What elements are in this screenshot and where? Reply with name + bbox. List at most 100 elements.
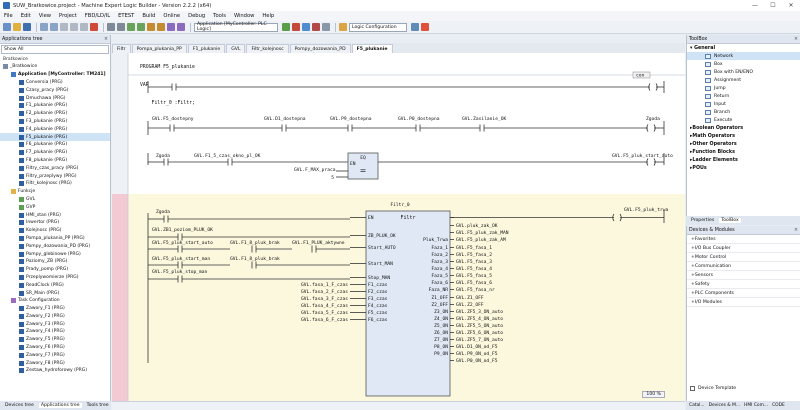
tree-item[interactable]: F6_plukanie (PRG) <box>0 141 110 149</box>
menu-item-online[interactable]: Online <box>163 13 180 19</box>
close-button[interactable]: ✕ <box>782 2 800 9</box>
menu-item-file[interactable]: File <box>4 13 13 19</box>
tree-item[interactable]: F2_plukanie (PRG) <box>0 110 110 118</box>
toolbox-item[interactable]: Box with EN/ENO <box>687 68 800 76</box>
tree-item[interactable]: F7_plukanie (PRG) <box>0 149 110 157</box>
toolbox-category[interactable]: ▸ POUs <box>687 164 800 172</box>
tree-item[interactable]: Zawory_F7 (PRG) <box>0 351 110 359</box>
application-combo[interactable]: Application [MyController: PLC Logic] <box>194 22 278 32</box>
device-category[interactable]: + Safety <box>687 280 800 289</box>
copy-icon[interactable] <box>70 23 78 31</box>
toolbox-category[interactable]: ▸ Boolean Operators <box>687 124 800 132</box>
find-icon[interactable] <box>107 23 115 31</box>
tree-item[interactable]: GVP <box>0 203 110 211</box>
tree-item[interactable]: Czasy_pracy (PRG) <box>0 86 110 94</box>
toolbox-item[interactable]: Execute <box>687 116 800 124</box>
device-template-option[interactable]: Device Template <box>690 386 736 391</box>
device-category[interactable]: + Communication <box>687 262 800 271</box>
logout-icon[interactable] <box>292 23 300 31</box>
device-category[interactable]: + Favorites <box>687 235 800 244</box>
editor-tab[interactable]: GVL <box>226 44 246 53</box>
tree-item[interactable]: Pompa_plukania_PP (PRG) <box>0 235 110 243</box>
device-category[interactable]: + I/O Modules <box>687 298 800 307</box>
toolbox-item[interactable]: Branch <box>687 108 800 116</box>
device-category[interactable]: + I/O Bus Coupler <box>687 244 800 253</box>
tree-item[interactable]: Filtry_czas_pracy (PRG) <box>0 164 110 172</box>
editor-tab[interactable]: F5_plukanie <box>351 44 393 53</box>
start-icon[interactable] <box>302 23 310 31</box>
undo-icon[interactable] <box>40 23 48 31</box>
tree-item[interactable]: F1_plukanie (PRG) <box>0 102 110 110</box>
options-icon[interactable] <box>167 23 175 31</box>
device-category[interactable]: + PLC Components <box>687 289 800 298</box>
menu-item-window[interactable]: Window <box>234 13 254 19</box>
tree-item[interactable]: GVL <box>0 196 110 204</box>
toolbox-category[interactable]: ▸ Math Operators <box>687 132 800 140</box>
menu-item-view[interactable]: View <box>39 13 51 19</box>
cut-icon[interactable] <box>60 23 68 31</box>
tree-item[interactable]: _Bratkowice <box>0 63 110 71</box>
new-icon[interactable] <box>3 23 11 31</box>
open-icon[interactable] <box>13 23 21 31</box>
tree-filter-select[interactable]: Show All <box>1 45 109 54</box>
rebuild-icon[interactable] <box>137 23 145 31</box>
help-icon[interactable] <box>421 23 429 31</box>
tree-item[interactable]: SR_Main (PRG) <box>0 289 110 297</box>
menu-item-build[interactable]: Build <box>142 13 155 19</box>
menu-item-fbd-ld-il[interactable]: FBD/LD/IL <box>85 13 110 19</box>
tab-devices-tree[interactable]: Devices tree <box>3 403 36 408</box>
reset-icon[interactable] <box>322 23 330 31</box>
ladder-diagram[interactable]: con GVL.F5_dostepny GVL.D1_dostepna GVL.P9_… <box>112 53 685 401</box>
zoom-level[interactable]: 100 % <box>642 391 665 398</box>
tree-item[interactable]: Poziomy_ZB (PRG) <box>0 258 110 266</box>
tree-item[interactable]: Filtry_przeplywy (PRG) <box>0 172 110 180</box>
tree-item[interactable]: Zawory_F1 (PRG) <box>0 305 110 313</box>
toolbox-item[interactable]: Box <box>687 60 800 68</box>
tree-item[interactable]: Zawory_F5 (PRG) <box>0 336 110 344</box>
menu-item-project[interactable]: Project <box>59 13 77 19</box>
tab-tools-tree[interactable]: Tools tree <box>85 403 111 408</box>
tab-toolbox[interactable]: ToolBox <box>719 218 741 223</box>
tree-item[interactable]: Pompy_glebinowe (PRG) <box>0 250 110 258</box>
tree-item[interactable]: F3_plukanie (PRG) <box>0 118 110 126</box>
menu-item-etest[interactable]: ETEST <box>118 13 134 19</box>
device-template-checkbox[interactable] <box>690 386 695 391</box>
menu-item-tools[interactable]: Tools <box>213 13 226 19</box>
stop-icon[interactable] <box>312 23 320 31</box>
tree-item[interactable]: Zestaw_hydroforowy (PRG) <box>0 367 110 375</box>
toolbox-item[interactable]: Assignment <box>687 76 800 84</box>
tree-item[interactable]: Conversia (PRG) <box>0 79 110 87</box>
tree-item[interactable]: Przeplywomierze (PRG) <box>0 274 110 282</box>
tab-code[interactable]: CODE <box>771 403 786 408</box>
tree-item[interactable]: F5_plukanie (PRG) <box>0 133 110 141</box>
editor-tab[interactable]: F1_plukanie <box>187 44 226 53</box>
ladder-editor[interactable]: PROGRAM F5_plukanie VAR Filtr_0 :Filtr; … <box>112 53 685 401</box>
tree-item[interactable]: Pompy_dozowania_PD (PRG) <box>0 242 110 250</box>
tab-applications-tree[interactable]: Applications tree <box>38 403 82 408</box>
tab-hmi-components[interactable]: HMI Com... <box>743 403 769 408</box>
toolbox-item[interactable]: Jump <box>687 84 800 92</box>
menu-item-edit[interactable]: Edit <box>21 13 31 19</box>
tree-item[interactable]: F4_plukanie (PRG) <box>0 125 110 133</box>
settings-icon[interactable] <box>411 23 419 31</box>
replace-icon[interactable] <box>117 23 125 31</box>
close-icon[interactable]: × <box>104 37 108 42</box>
close-icon[interactable]: × <box>794 37 798 42</box>
tree-item[interactable]: Inwertor (PRG) <box>0 219 110 227</box>
delete-icon[interactable] <box>90 23 98 31</box>
toolbox-item[interactable]: Input <box>687 100 800 108</box>
menu-item-help[interactable]: Help <box>262 13 274 19</box>
redo-icon[interactable] <box>50 23 58 31</box>
config-icon[interactable] <box>339 23 347 31</box>
tree-item[interactable]: Zawory_F2 (PRG) <box>0 313 110 321</box>
tree-item[interactable]: ReadClock (PRG) <box>0 281 110 289</box>
login-icon[interactable] <box>282 23 290 31</box>
tab-devices-modules[interactable]: Devices & M... <box>708 403 742 408</box>
bookmark-icon[interactable] <box>147 23 155 31</box>
minimize-button[interactable]: — <box>746 2 764 9</box>
device-category[interactable]: + Motor Control <box>687 253 800 262</box>
tab-catalog[interactable]: Catal... <box>688 403 706 408</box>
tree-item[interactable]: Task Configuration <box>0 297 110 305</box>
toolbox-category[interactable]: ▸ Function Blocks <box>687 148 800 156</box>
editor-tab[interactable]: Pompy_dozowania_PD <box>289 44 351 53</box>
